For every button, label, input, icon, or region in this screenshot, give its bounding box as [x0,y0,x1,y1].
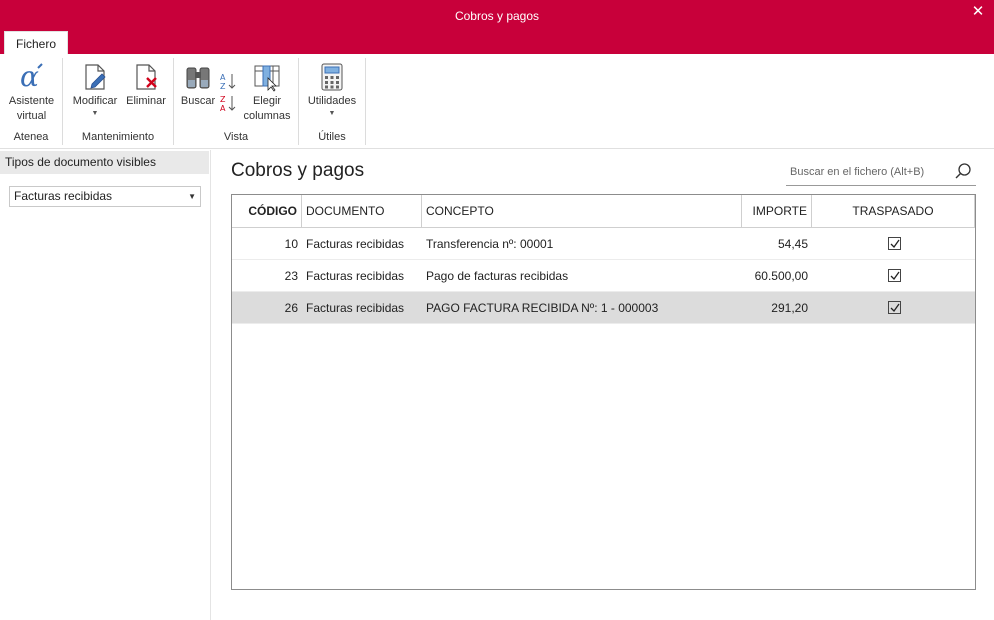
ribbon-group-atenea: α Asistente virtual Atenea [0,58,63,145]
svg-text:α: α [20,62,39,92]
sort-az-icon: A Z [220,73,236,91]
binoculars-icon [186,67,210,89]
eliminar-button[interactable]: Eliminar [123,62,169,109]
column-header-importe[interactable]: IMPORTE [742,195,812,227]
cell-documento: Facturas recibidas [306,301,405,315]
chevron-down-icon: ▼ [328,110,336,117]
cell-codigo: 26 [284,301,298,315]
traspasado-checkbox[interactable] [888,269,901,282]
chevron-down-icon: ▼ [91,110,99,117]
svg-text:A: A [220,104,226,112]
column-header-codigo[interactable]: CÓDIGO [232,195,302,227]
close-button[interactable]: ✕ [970,4,986,20]
ribbon-group-label: Vista [223,131,249,143]
cell-importe: 291,20 [771,301,808,315]
delete-document-icon [136,64,157,90]
document-types-header: Tipos de documento visibles [0,151,209,174]
check-icon [890,271,900,281]
cell-concepto: Pago de facturas recibidas [426,269,569,283]
ribbon-group-utiles: Utilidades ▼ Útiles [299,58,366,145]
search-input[interactable] [790,162,940,182]
ribbon-group-label: Útiles [318,131,346,143]
sort-ascending-button[interactable]: A Z [218,72,238,95]
title-bar: Cobros y pagos ✕ Fichero [0,0,994,54]
svg-text:Z: Z [220,95,226,104]
edit-document-icon [85,64,106,90]
ribbon-group-label: Mantenimiento [81,131,155,143]
column-header-concepto[interactable]: CONCEPTO [422,195,742,227]
cell-codigo: 23 [284,269,298,283]
table-row[interactable]: 23 Facturas recibidas Pago de facturas r… [232,260,975,292]
check-icon [890,303,900,313]
left-panel: Tipos de documento visibles Facturas rec… [0,150,211,620]
svg-text:Z: Z [220,82,226,90]
calculator-icon [321,63,343,91]
eliminar-label: Eliminar [126,95,166,107]
traspasado-checkbox[interactable] [888,237,901,250]
modificar-label: Modificar [72,95,118,107]
elegir-label-1: Elegir [252,95,282,107]
payments-table: CÓDIGO DOCUMENTO CONCEPTO IMPORTE TRASPA… [231,194,976,590]
cell-documento: Facturas recibidas [306,237,405,251]
tab-fichero[interactable]: Fichero [4,31,68,54]
asistente-label-1: Asistente [8,95,55,107]
traspasado-checkbox[interactable] [888,301,901,314]
svg-text:A: A [220,73,226,82]
document-type-value: Facturas recibidas [14,189,113,203]
cell-codigo: 10 [284,237,298,251]
ribbon-group-vista: Buscar A Z Z A Elegir columnas Vista [174,58,299,145]
utilidades-button[interactable]: Utilidades ▼ [303,62,361,119]
buscar-button[interactable]: Buscar [178,62,218,109]
cell-concepto: PAGO FACTURA RECIBIDA Nº: 1 - 000003 [426,301,659,315]
asistente-virtual-button[interactable]: α Asistente virtual [4,62,59,124]
table-row-selected[interactable]: 26 Facturas recibidas PAGO FACTURA RECIB… [232,292,975,324]
cell-importe: 54,45 [777,237,808,251]
column-header-documento[interactable]: DOCUMENTO [302,195,422,227]
table-row[interactable]: 10 Facturas recibidas Transferencia nº: … [232,228,975,260]
page-title: Cobros y pagos [231,160,365,181]
cell-documento: Facturas recibidas [306,269,405,283]
check-icon [890,239,900,249]
table-header: CÓDIGO DOCUMENTO CONCEPTO IMPORTE TRASPA… [232,195,975,228]
ribbon-group-mantenimiento: Modificar ▼ Eliminar Mantenimiento [63,58,174,145]
buscar-label: Buscar [180,95,216,107]
asistente-label-2: virtual [16,110,47,122]
alpha-icon: α [20,62,43,92]
columns-icon [254,65,280,92]
column-header-traspasado[interactable]: TRASPASADO [812,195,975,227]
cell-importe: 60.500,00 [754,269,808,283]
search-icon[interactable] [954,162,972,180]
ribbon-group-label: Atenea [13,131,49,143]
modificar-button[interactable]: Modificar ▼ [67,62,123,119]
window-title: Cobros y pagos [454,9,540,23]
chevron-down-icon: ▼ [188,192,196,201]
sort-descending-button[interactable]: Z A [218,94,238,117]
search-box [786,158,976,186]
sort-za-icon: Z A [220,95,236,113]
elegir-columnas-button[interactable]: Elegir columnas [240,62,294,124]
elegir-label-2: columnas [243,110,291,122]
document-type-select[interactable]: Facturas recibidas ▼ [9,186,201,207]
cell-concepto: Transferencia nº: 00001 [426,237,554,251]
ribbon: α Asistente virtual Atenea Modificar ▼ E… [0,54,994,149]
utilidades-label: Utilidades [307,95,357,107]
